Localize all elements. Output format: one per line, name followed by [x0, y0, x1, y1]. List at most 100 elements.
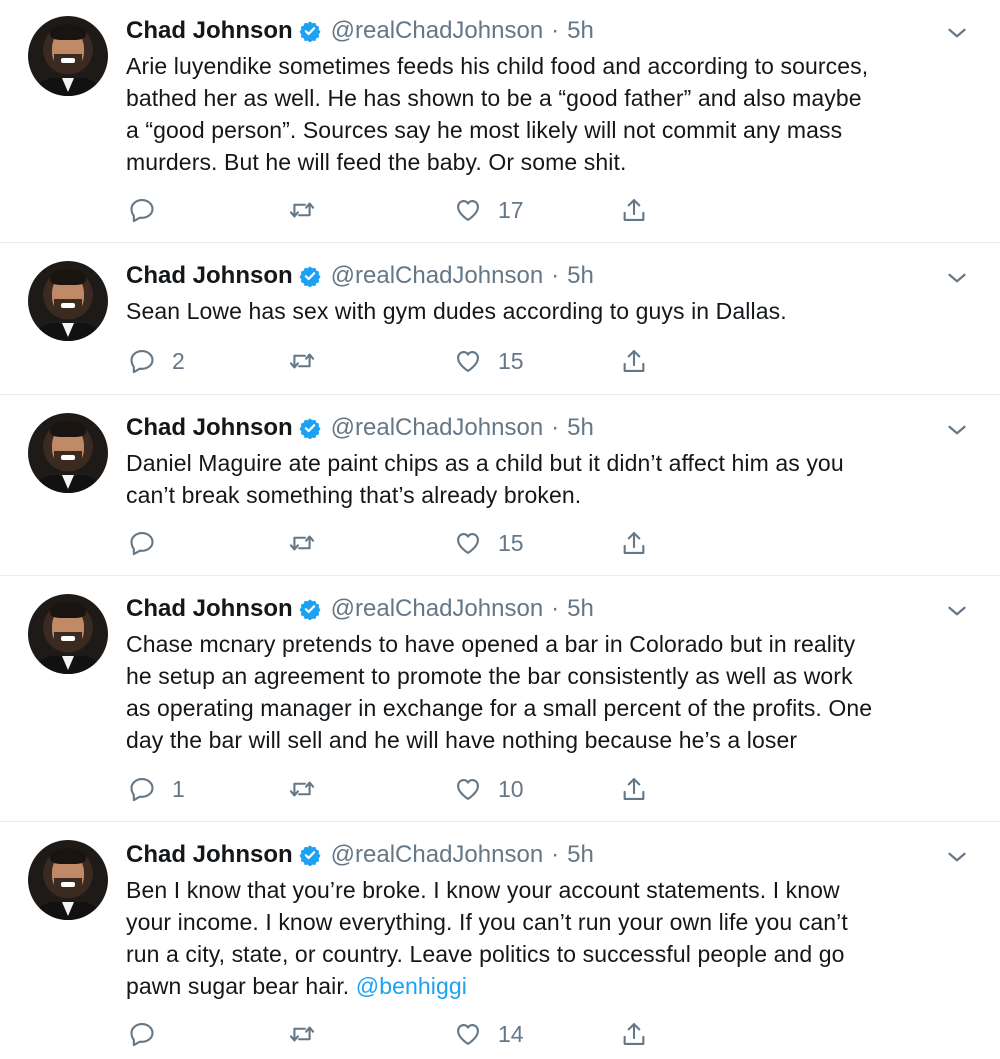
timestamp[interactable]: 5h	[567, 262, 594, 290]
like-icon	[457, 778, 479, 800]
author-handle[interactable]: @realChadJohnson	[331, 262, 544, 290]
author-handle[interactable]: @realChadJohnson	[331, 841, 544, 869]
tweet-text-line: run a city, state, or country. Leave pol…	[126, 941, 845, 967]
tweet-text-line: Daniel Maguire ate paint chips as a chil…	[126, 450, 844, 476]
avatar[interactable]	[28, 261, 108, 341]
verified-badge-icon	[299, 599, 321, 620]
tweet-text-line: Arie luyendike sometimes feeds his child…	[126, 53, 869, 79]
like-count: 17	[498, 196, 524, 223]
like-count: 14	[498, 1020, 524, 1047]
tweet-text-line: pawn sugar bear hair. @benhiggi	[126, 970, 970, 1002]
chevron-down-icon[interactable]	[944, 20, 970, 46]
avatar[interactable]	[28, 840, 108, 920]
author-name[interactable]: Chad Johnson	[126, 841, 293, 869]
separator-dot: ·	[551, 841, 560, 868]
chevron-down-icon[interactable]	[944, 417, 970, 443]
share-button[interactable]	[620, 773, 648, 805]
tweet-text: Ben I know that you’re broke. I know you…	[126, 874, 970, 1002]
author-handle[interactable]: @realChadJohnson	[331, 595, 544, 623]
like-count: 15	[498, 347, 524, 374]
tweet-text-line: Ben I know that you’re broke. I know you…	[126, 877, 840, 903]
retweet-button[interactable]	[288, 773, 316, 805]
like-button[interactable]: 15	[454, 345, 524, 377]
chevron-down-icon[interactable]	[944, 598, 970, 624]
verified-badge-icon	[299, 845, 321, 866]
author-handle[interactable]: @realChadJohnson	[331, 414, 544, 442]
tweet[interactable]: Chad Johnson @realChadJohnson · 5h Chase…	[0, 576, 1000, 822]
tweet-text-line: murders. But he will feed the baby. Or s…	[126, 149, 627, 175]
share-icon	[623, 1023, 645, 1045]
reply-button[interactable]	[128, 527, 172, 559]
separator-dot: ·	[551, 17, 560, 44]
author-handle[interactable]: @realChadJohnson	[331, 17, 544, 45]
tweet[interactable]: Chad Johnson @realChadJohnson · 5h Sean …	[0, 243, 1000, 395]
share-button[interactable]	[620, 527, 648, 559]
timestamp[interactable]: 5h	[567, 841, 594, 869]
like-icon	[457, 532, 479, 554]
reply-button[interactable]: 2	[128, 345, 185, 377]
retweet-button[interactable]	[288, 527, 316, 559]
reply-button[interactable]	[128, 194, 172, 226]
avatar[interactable]	[28, 413, 108, 493]
share-button[interactable]	[620, 1018, 648, 1050]
tweet-text: Arie luyendike sometimes feeds his child…	[126, 50, 970, 178]
chevron-down-icon[interactable]	[944, 844, 970, 870]
mention-link[interactable]: @benhiggi	[356, 973, 467, 999]
avatar[interactable]	[28, 16, 108, 96]
chevron-down-icon[interactable]	[944, 265, 970, 291]
share-button[interactable]	[620, 194, 648, 226]
tweet-text: Sean Lowe has sex with gym dudes accordi…	[126, 295, 970, 327]
share-button[interactable]	[620, 345, 648, 377]
tweet-text-line: your income. I know everything. If you c…	[126, 909, 848, 935]
tweet-header: Chad Johnson @realChadJohnson · 5h	[126, 592, 970, 626]
tweet[interactable]: Chad Johnson @realChadJohnson · 5h Ben I…	[0, 822, 1000, 1059]
like-icon	[457, 1023, 479, 1045]
like-count: 15	[498, 529, 524, 556]
reply-icon	[130, 1023, 154, 1047]
tweet-text: Chase mcnary pretends to have opened a b…	[126, 628, 970, 756]
like-icon	[457, 350, 479, 372]
tweet-text-line: he setup an agreement to promote the bar…	[126, 663, 853, 689]
reply-button[interactable]	[128, 1018, 172, 1050]
tweet-text-line: can’t break something that’s already bro…	[126, 482, 582, 508]
timestamp[interactable]: 5h	[567, 17, 594, 45]
like-icon	[457, 199, 479, 221]
tweet-header: Chad Johnson @realChadJohnson · 5h	[126, 14, 970, 48]
tweet-text-line: as operating manager in exchange for a s…	[126, 695, 873, 721]
separator-dot: ·	[551, 414, 560, 441]
tweet-feed: Chad Johnson @realChadJohnson · 5h Arie …	[0, 0, 1000, 1059]
author-name[interactable]: Chad Johnson	[126, 17, 293, 45]
tweet-actions: 15	[126, 527, 666, 559]
like-button[interactable]: 10	[454, 773, 524, 805]
author-name[interactable]: Chad Johnson	[126, 595, 293, 623]
retweet-icon	[289, 535, 315, 551]
like-button[interactable]: 17	[454, 194, 524, 226]
tweet-actions: 14	[126, 1018, 666, 1050]
author-name[interactable]: Chad Johnson	[126, 414, 293, 442]
like-button[interactable]: 14	[454, 1018, 524, 1050]
reply-button[interactable]: 1	[128, 773, 185, 805]
reply-icon	[130, 199, 154, 223]
like-button[interactable]: 15	[454, 527, 524, 559]
retweet-button[interactable]	[288, 345, 316, 377]
timestamp[interactable]: 5h	[567, 414, 594, 442]
tweet[interactable]: Chad Johnson @realChadJohnson · 5h Arie …	[0, 0, 1000, 243]
timestamp[interactable]: 5h	[567, 595, 594, 623]
tweet[interactable]: Chad Johnson @realChadJohnson · 5h Danie…	[0, 395, 1000, 576]
retweet-icon	[289, 353, 315, 369]
separator-dot: ·	[551, 595, 560, 622]
separator-dot: ·	[551, 262, 560, 289]
reply-icon	[130, 532, 154, 556]
tweet-text-line: day the bar will sell and he will have n…	[126, 727, 798, 753]
tweet-header: Chad Johnson @realChadJohnson · 5h	[126, 838, 970, 872]
avatar[interactable]	[28, 594, 108, 674]
retweet-button[interactable]	[288, 1018, 316, 1050]
tweet-actions: 2 15	[126, 345, 666, 377]
tweet-text: Daniel Maguire ate paint chips as a chil…	[126, 447, 970, 511]
share-icon	[623, 778, 645, 800]
retweet-icon	[289, 1026, 315, 1042]
retweet-button[interactable]	[288, 194, 316, 226]
retweet-icon	[289, 202, 315, 218]
reply-count: 1	[172, 775, 185, 802]
author-name[interactable]: Chad Johnson	[126, 262, 293, 290]
